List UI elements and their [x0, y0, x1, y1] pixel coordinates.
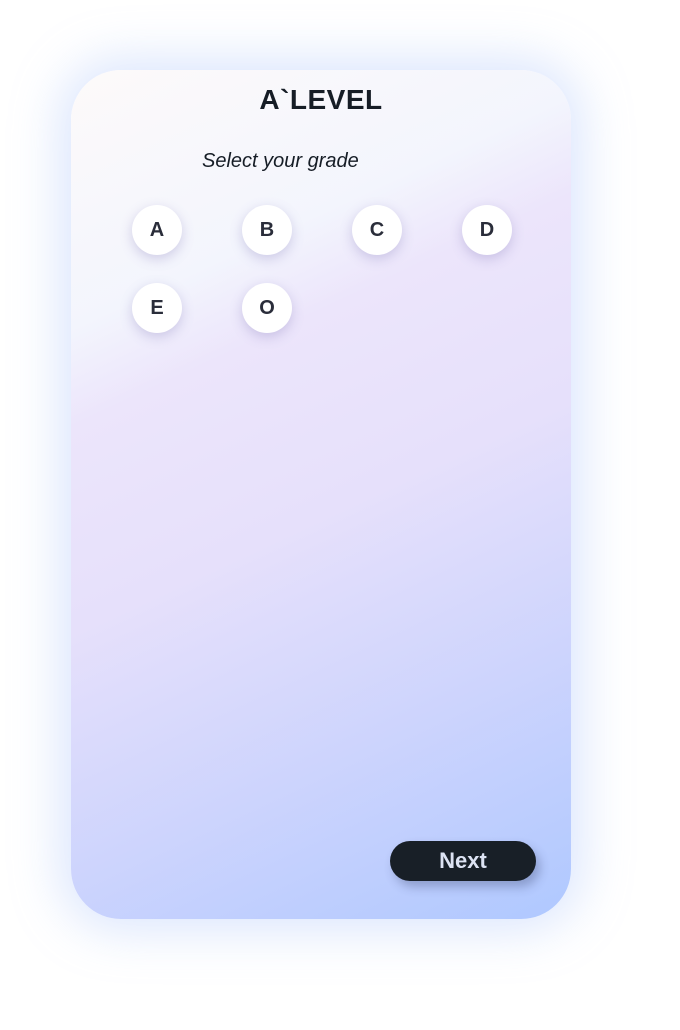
page-title: A`LEVEL [259, 84, 383, 115]
grade-selection-card: A`LEVEL Select your grade A B C D E O Ne… [71, 70, 571, 919]
grade-option-b[interactable]: B [242, 205, 292, 255]
grade-option-a[interactable]: A [132, 205, 182, 255]
grade-option-e[interactable]: E [132, 283, 182, 333]
next-button[interactable]: Next [390, 841, 536, 881]
grade-option-d[interactable]: D [462, 205, 512, 255]
grade-option-c[interactable]: C [352, 205, 402, 255]
select-grade-prompt: Select your grade [202, 150, 359, 172]
grade-option-o[interactable]: O [242, 283, 292, 333]
